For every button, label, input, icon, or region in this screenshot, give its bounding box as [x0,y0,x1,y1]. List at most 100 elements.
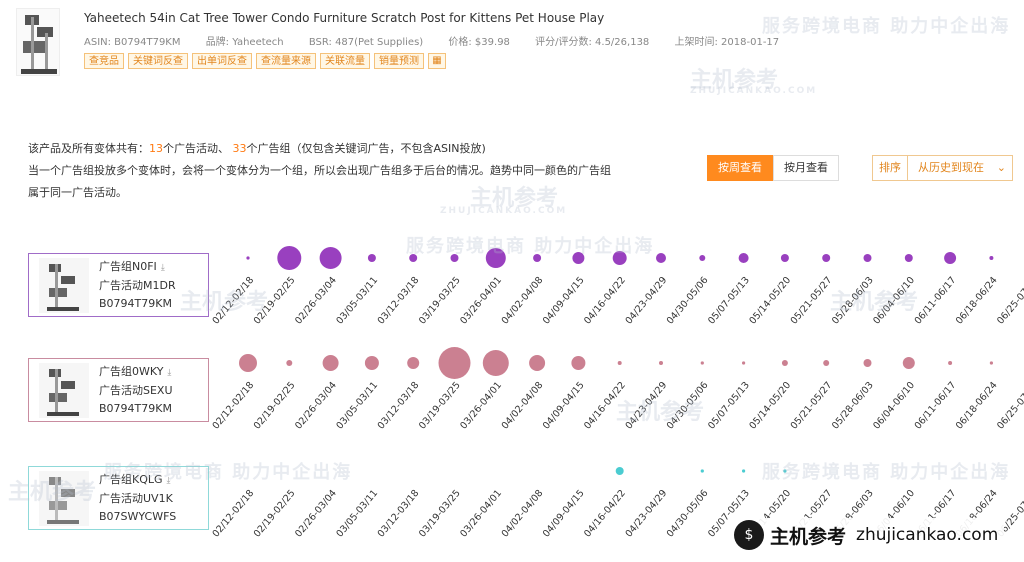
trend-bubble[interactable] [822,254,831,262]
trend-bubble[interactable] [742,361,746,365]
trend-bubble[interactable] [322,355,339,371]
trend-bubble[interactable] [485,248,506,268]
product-bsr: BSR: 487(Pet Supplies) [308,37,424,48]
week-tick-label: 06/25-07/01 [995,275,1024,327]
week-tick-label: 03/19-03/25 [417,275,463,327]
week-tick-label: 03/05-03/11 [334,380,380,432]
site-logo[interactable]: $ 主机参考 zhujicankao.com [728,518,1005,552]
trend-bubble[interactable] [246,256,250,260]
trend-bubble[interactable] [989,256,994,260]
trend-bubble[interactable] [902,357,915,369]
product-thumbnail [39,471,89,526]
week-tick-label: 06/11-06/17 [913,275,959,327]
trend-bubble[interactable] [659,361,663,365]
tag-competitors[interactable]: 查竞品 [84,53,124,69]
by-month-button[interactable]: 按月查看 [773,155,839,181]
week-tick-label: 06/25-07/01 [995,380,1024,432]
trend-bubble[interactable] [783,469,787,473]
week-tick-label: 02/26-03/04 [293,275,339,327]
ad-group-name: 广告组N0FI [99,260,157,273]
download-icon[interactable]: ⤓ [167,476,171,486]
trend-bubble[interactable] [407,357,420,369]
product-rating: 评分/评分数: 4.5/26,138 [535,37,650,48]
trend-bubble[interactable] [738,253,749,263]
trend-bubble[interactable] [482,350,509,376]
trend-bubble[interactable] [438,347,471,379]
week-tick-label: 03/12-03/18 [376,275,422,327]
trend-bubble[interactable] [863,359,872,367]
trend-bubble[interactable] [277,246,302,270]
tag-order-keyword-reverse[interactable]: 出单词反查 [192,53,252,69]
week-tick-label: 04/02-04/08 [500,488,546,540]
trend-bubble[interactable] [948,361,953,365]
trend-bubble[interactable] [572,252,585,264]
ad-group-card[interactable]: 广告组N0FI ⤓ 广告活动M1DR B0794T79KM [28,253,209,317]
trend-bubble[interactable] [571,356,586,370]
week-tick-label: 02/19-02/25 [252,275,298,327]
trend-bubble[interactable] [239,354,257,372]
week-tick-label: 04/16-04/22 [582,488,628,540]
product-asin: ASIN: B0794T79KM [84,37,181,48]
product-thumbnail [39,363,89,418]
trend-bubble[interactable] [617,361,622,365]
by-week-button[interactable]: 按周查看 [707,155,773,181]
campaign-name: 广告活动M1DR [99,279,176,292]
calculator-icon[interactable]: ▦ [428,53,446,69]
trend-bubble[interactable] [450,254,459,262]
view-toggle: 按周查看 按月查看 [707,155,839,181]
week-tick-label: 02/19-02/25 [252,488,298,540]
trend-bubble[interactable] [904,254,913,262]
watermark-url: ZHUJICANKAO.COM [440,206,568,216]
trend-bubble[interactable] [944,252,957,264]
trend-bubble[interactable] [699,255,706,261]
trend-bubble[interactable] [409,254,418,262]
week-tick-label: 03/26-04/01 [458,275,504,327]
ad-group-card[interactable]: 广告组0WKY ⤓ 广告活动SEXU B0794T79KM [28,358,209,422]
week-tick-label: 04/02-04/08 [500,275,546,327]
tag-keyword-reverse[interactable]: 关键词反查 [128,53,188,69]
tag-traffic-source[interactable]: 查流量来源 [256,53,316,69]
week-tick-label: 02/12-02/18 [210,488,256,540]
trend-bubble[interactable] [863,254,872,262]
trend-bubble[interactable] [989,361,994,365]
trend-bubble[interactable] [700,469,704,473]
trend-bubble[interactable] [742,469,746,473]
trend-bubble[interactable] [533,254,542,262]
sort-select[interactable]: 从历史到现在 ⌄ [908,156,1012,180]
ad-trend-chart: 02/12-02/1802/19-02/2502/26-03/0403/05-0… [210,246,1024,327]
trend-bubble[interactable] [700,361,704,365]
download-icon[interactable]: ⤓ [167,368,171,378]
week-tick-label: 02/19-02/25 [252,380,298,432]
week-tick-label: 06/04-06/10 [871,380,917,432]
week-tick-label: 03/05-03/11 [334,488,380,540]
tag-sales-forecast[interactable]: 销量预测 [374,53,424,69]
week-tick-label: 06/11-06/17 [913,380,959,432]
logo-icon: $ [734,520,764,550]
trend-bubble[interactable] [615,467,624,475]
product-thumbnail [39,258,89,313]
trend-bubble[interactable] [364,356,379,370]
week-tick-label: 05/28-06/03 [830,380,876,432]
tag-related-traffic[interactable]: 关联流量 [320,53,370,69]
campaign-name: 广告活动SEXU [99,384,173,397]
trend-bubble[interactable] [823,360,830,366]
trend-bubble[interactable] [612,251,627,265]
product-image[interactable] [16,8,60,76]
trend-bubble[interactable] [367,254,376,262]
trend-bubble[interactable] [781,360,788,366]
trend-bubble[interactable] [656,253,666,263]
logo-url: zhujicankao.com [856,525,999,545]
week-tick-label: 06/04-06/10 [871,275,917,327]
download-icon[interactable]: ⤓ [161,263,165,273]
product-title[interactable]: Yaheetech 54in Cat Tree Tower Condo Furn… [84,11,604,25]
ad-group-card[interactable]: 广告组KQLG ⤓ 广告活动UV1K B07SWYCWFS [28,466,209,530]
week-tick-label: 03/26-04/01 [458,380,504,432]
week-tick-label: 03/05-03/11 [334,275,380,327]
week-tick-label: 04/30-05/06 [665,275,711,327]
trend-bubble[interactable] [529,355,546,371]
group-count: 33 [232,142,247,155]
trend-bubble[interactable] [780,254,789,262]
trend-bubble[interactable] [319,247,342,269]
trend-bubble[interactable] [286,360,293,366]
chevron-down-icon: ⌄ [996,161,1006,174]
